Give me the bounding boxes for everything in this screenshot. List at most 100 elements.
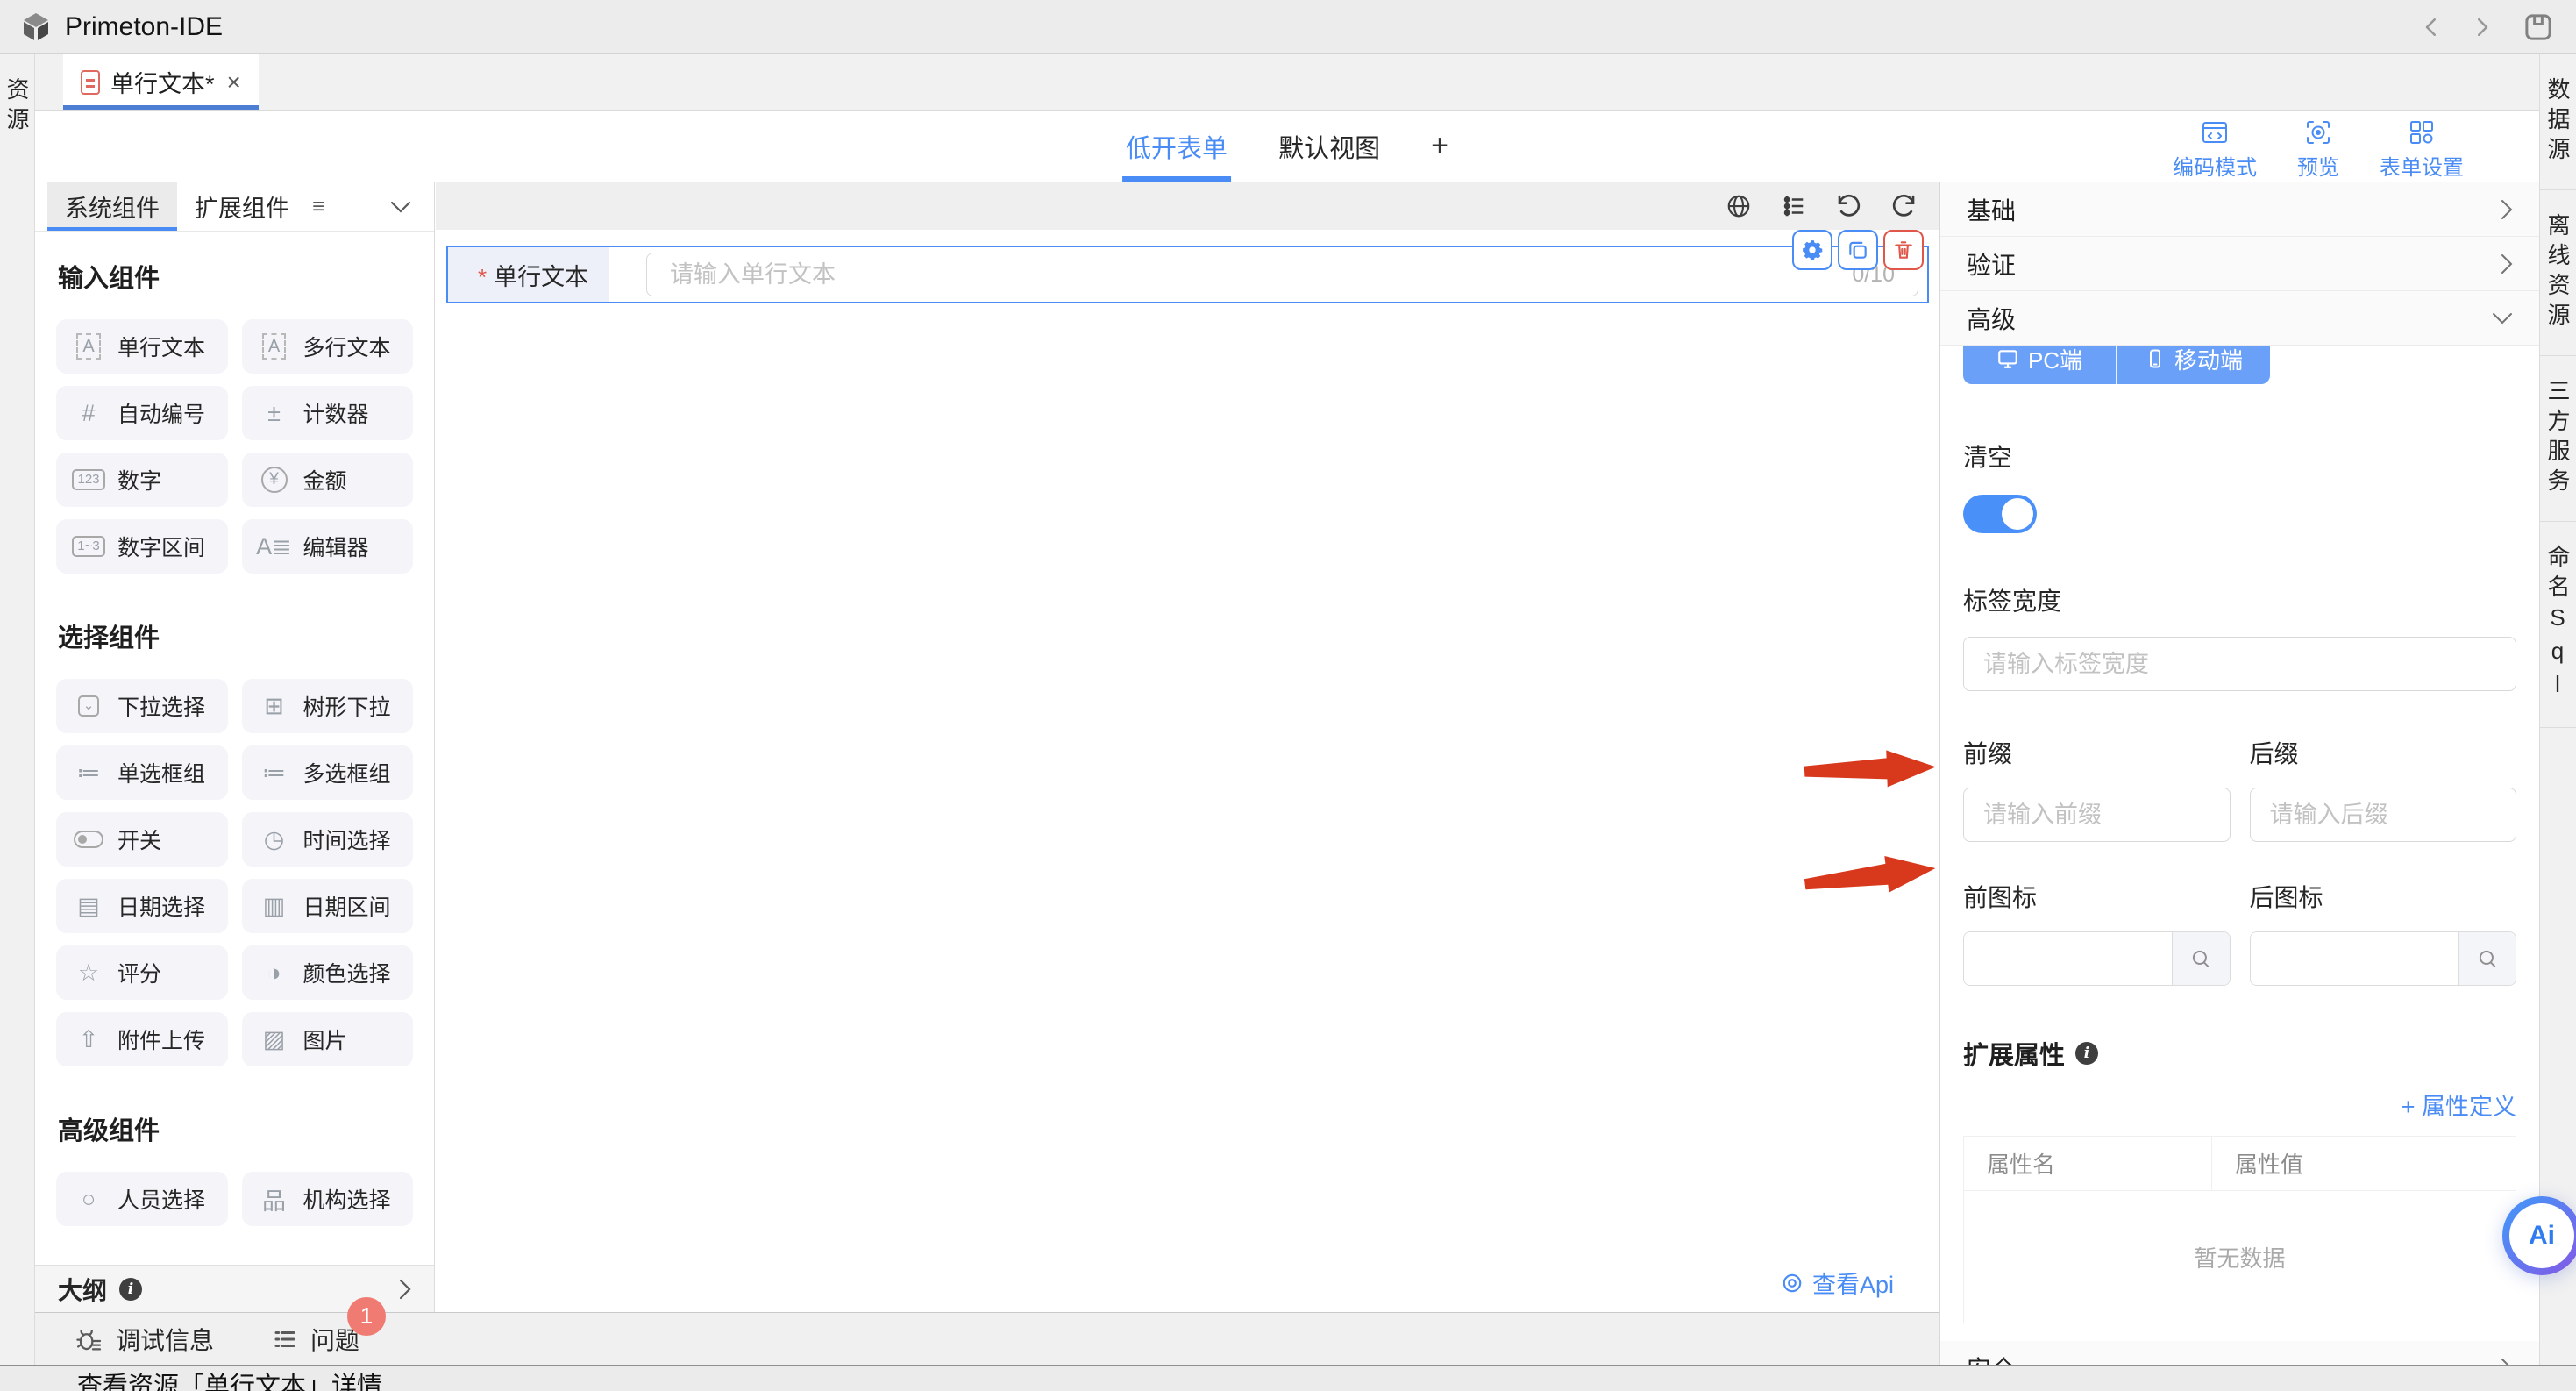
component-item-org[interactable]: 品机构选择 (242, 1172, 414, 1226)
tab-extension-components[interactable]: 扩展组件 (177, 182, 307, 231)
component-item-upload[interactable]: ⇧附件上传 (56, 1012, 228, 1066)
ai-assistant-button[interactable]: Ai (2502, 1196, 2576, 1275)
field-copy-button[interactable] (1838, 230, 1878, 270)
form-surface[interactable]: * 单行文本 0/10 查看Api (436, 230, 1939, 1312)
component-item-checkbox-group[interactable]: ≔多选框组 (242, 745, 414, 800)
search-icon[interactable] (2458, 932, 2516, 985)
redo-icon[interactable] (1890, 192, 1918, 220)
app-logo-icon (19, 11, 53, 44)
undo-icon[interactable] (1834, 192, 1862, 220)
field-delete-button[interactable] (1883, 230, 1924, 270)
advanced-settings: PC端 移动端 清空 标签宽度 前缀 后缀 前图标 (1940, 346, 2539, 1323)
component-label: 日期选择 (117, 890, 205, 922)
label-width-label: 标签宽度 (1963, 582, 2516, 617)
component-item-auto-number[interactable]: #自动编号 (56, 386, 228, 440)
sidebar-item-resources[interactable]: 资源 (0, 54, 34, 160)
status-bar: 查看资源「单行文本」详情 (0, 1365, 2576, 1391)
component-item-counter[interactable]: ±计数器 (242, 386, 414, 440)
component-section: 输入组件A单行文本A多行文本#自动编号±计数器123数字¥金额1~3数字区间A≣… (56, 258, 413, 574)
globalization-icon[interactable] (1726, 193, 1752, 219)
component-label: 树形下拉 (303, 690, 391, 722)
component-item-time[interactable]: ◷时间选择 (242, 812, 414, 867)
prefix-input[interactable] (1963, 788, 2231, 842)
component-item-single-line-text[interactable]: A单行文本 (56, 319, 228, 374)
component-menu-icon[interactable]: ≡ (312, 182, 324, 231)
radio-group-icon: ≔ (70, 760, 107, 787)
collapse-panel-icon[interactable] (390, 182, 411, 231)
prefix-icon-input[interactable] (1964, 932, 2172, 985)
sidebar-item-third-party-services[interactable]: 三方服务 (2540, 356, 2576, 522)
debug-info-button[interactable]: 调试信息 (75, 1322, 214, 1357)
component-item-person[interactable]: ○人员选择 (56, 1172, 228, 1226)
component-item-number[interactable]: 123数字 (56, 453, 228, 507)
switch-icon (70, 831, 107, 848)
sidebar-item-data-source[interactable]: 数据源 (2540, 54, 2576, 190)
history-forward-icon[interactable] (2469, 14, 2495, 40)
component-label: 时间选择 (303, 824, 391, 855)
component-item-radio-group[interactable]: ≔单选框组 (56, 745, 228, 800)
component-item-multi-line-text[interactable]: A多行文本 (242, 319, 414, 374)
view-api-link[interactable]: 查看Api (1781, 1266, 1894, 1300)
tab-low-code-form[interactable]: 低开表单 (1126, 111, 1228, 182)
history-back-icon[interactable] (2418, 14, 2444, 40)
preview-button[interactable]: 预览 (2297, 118, 2339, 181)
section-basic[interactable]: 基础 (1940, 182, 2539, 237)
section-advanced[interactable]: 高级 (1940, 291, 2539, 346)
sidebar-item-offline-resources[interactable]: 离线资源 (2540, 190, 2576, 356)
clear-toggle[interactable] (1963, 495, 2037, 533)
component-item-dropdown[interactable]: ⌄下拉选择 (56, 679, 228, 733)
section-validation[interactable]: 验证 (1940, 237, 2539, 291)
tab-default-view[interactable]: 默认视图 (1278, 111, 1380, 182)
component-item-date-range[interactable]: ▥日期区间 (242, 879, 414, 933)
code-mode-icon (2201, 118, 2229, 146)
form-settings-button[interactable]: 表单设置 (2380, 118, 2464, 181)
component-item-date[interactable]: ▤日期选择 (56, 879, 228, 933)
code-mode-button[interactable]: 编码模式 (2173, 118, 2257, 181)
component-item-amount[interactable]: ¥金额 (242, 453, 414, 507)
chevron-right-icon (2501, 1358, 2513, 1366)
save-icon[interactable] (2520, 9, 2557, 46)
canvas-toolbar (436, 182, 1939, 230)
add-view-button[interactable]: + (1431, 111, 1448, 182)
form-toolbar: 低开表单 默认视图 + 编码模式 预览 表单设置 (35, 111, 2539, 182)
section-security[interactable]: 安全 (1940, 1341, 2539, 1365)
component-label: 自动编号 (117, 397, 205, 429)
component-item-tree-dropdown[interactable]: ⊞树形下拉 (242, 679, 414, 733)
checkbox-group-icon: ≔ (256, 760, 293, 787)
org-icon: 品 (256, 1182, 293, 1216)
field-settings-button[interactable] (1792, 230, 1832, 270)
monitor-icon (1996, 347, 2019, 370)
device-pc-button[interactable]: PC端 (1963, 346, 2117, 384)
dropdown-icon: ⌄ (70, 696, 107, 717)
ext-attr-title: 扩展属性 (1963, 1035, 2065, 1072)
component-label: 机构选择 (303, 1183, 391, 1215)
device-mobile-button[interactable]: 移动端 (2117, 346, 2270, 384)
component-item-switch[interactable]: 开关 (56, 812, 228, 867)
component-item-editor[interactable]: A≣编辑器 (242, 519, 414, 574)
problems-button[interactable]: 问题 1 (272, 1322, 359, 1357)
component-label: 计数器 (303, 397, 369, 429)
chevron-down-icon (2492, 312, 2513, 325)
suffix-icon-input[interactable] (2251, 932, 2459, 985)
debug-bar: 调试信息 问题 1 (35, 1312, 1939, 1365)
selected-field-single-line-text[interactable]: * 单行文本 0/10 (446, 246, 1929, 303)
attr-define-link[interactable]: + 属性定义 (1963, 1088, 2516, 1122)
component-item-number-range[interactable]: 1~3数字区间 (56, 519, 228, 574)
search-icon[interactable] (2172, 932, 2230, 985)
amount-icon: ¥ (256, 467, 293, 493)
right-strip: 数据源离线资源三方服务命名Sql (2539, 54, 2576, 1365)
suffix-icon-label: 后图标 (2250, 879, 2517, 914)
single-line-text-input[interactable] (670, 261, 1852, 289)
component-panel: 系统组件 扩展组件 ≡ 输入组件A单行文本A多行文本#自动编号±计数器123数字… (35, 182, 435, 1312)
tab-single-line-text[interactable]: 单行文本* × (63, 54, 259, 110)
sidebar-item-named-sql[interactable]: 命名Sql (2540, 522, 2576, 728)
component-item-rating[interactable]: ☆评分 (56, 945, 228, 1000)
component-item-image[interactable]: ▨图片 (242, 1012, 414, 1066)
component-item-color[interactable]: ◑颜色选择 (242, 945, 414, 1000)
app-title: Primeton-IDE (65, 12, 223, 42)
outline-tree-icon[interactable] (1780, 193, 1806, 219)
tab-system-components[interactable]: 系统组件 (47, 182, 177, 231)
suffix-input[interactable] (2250, 788, 2517, 842)
label-width-input[interactable] (1963, 637, 2516, 691)
close-icon[interactable]: × (227, 68, 241, 96)
